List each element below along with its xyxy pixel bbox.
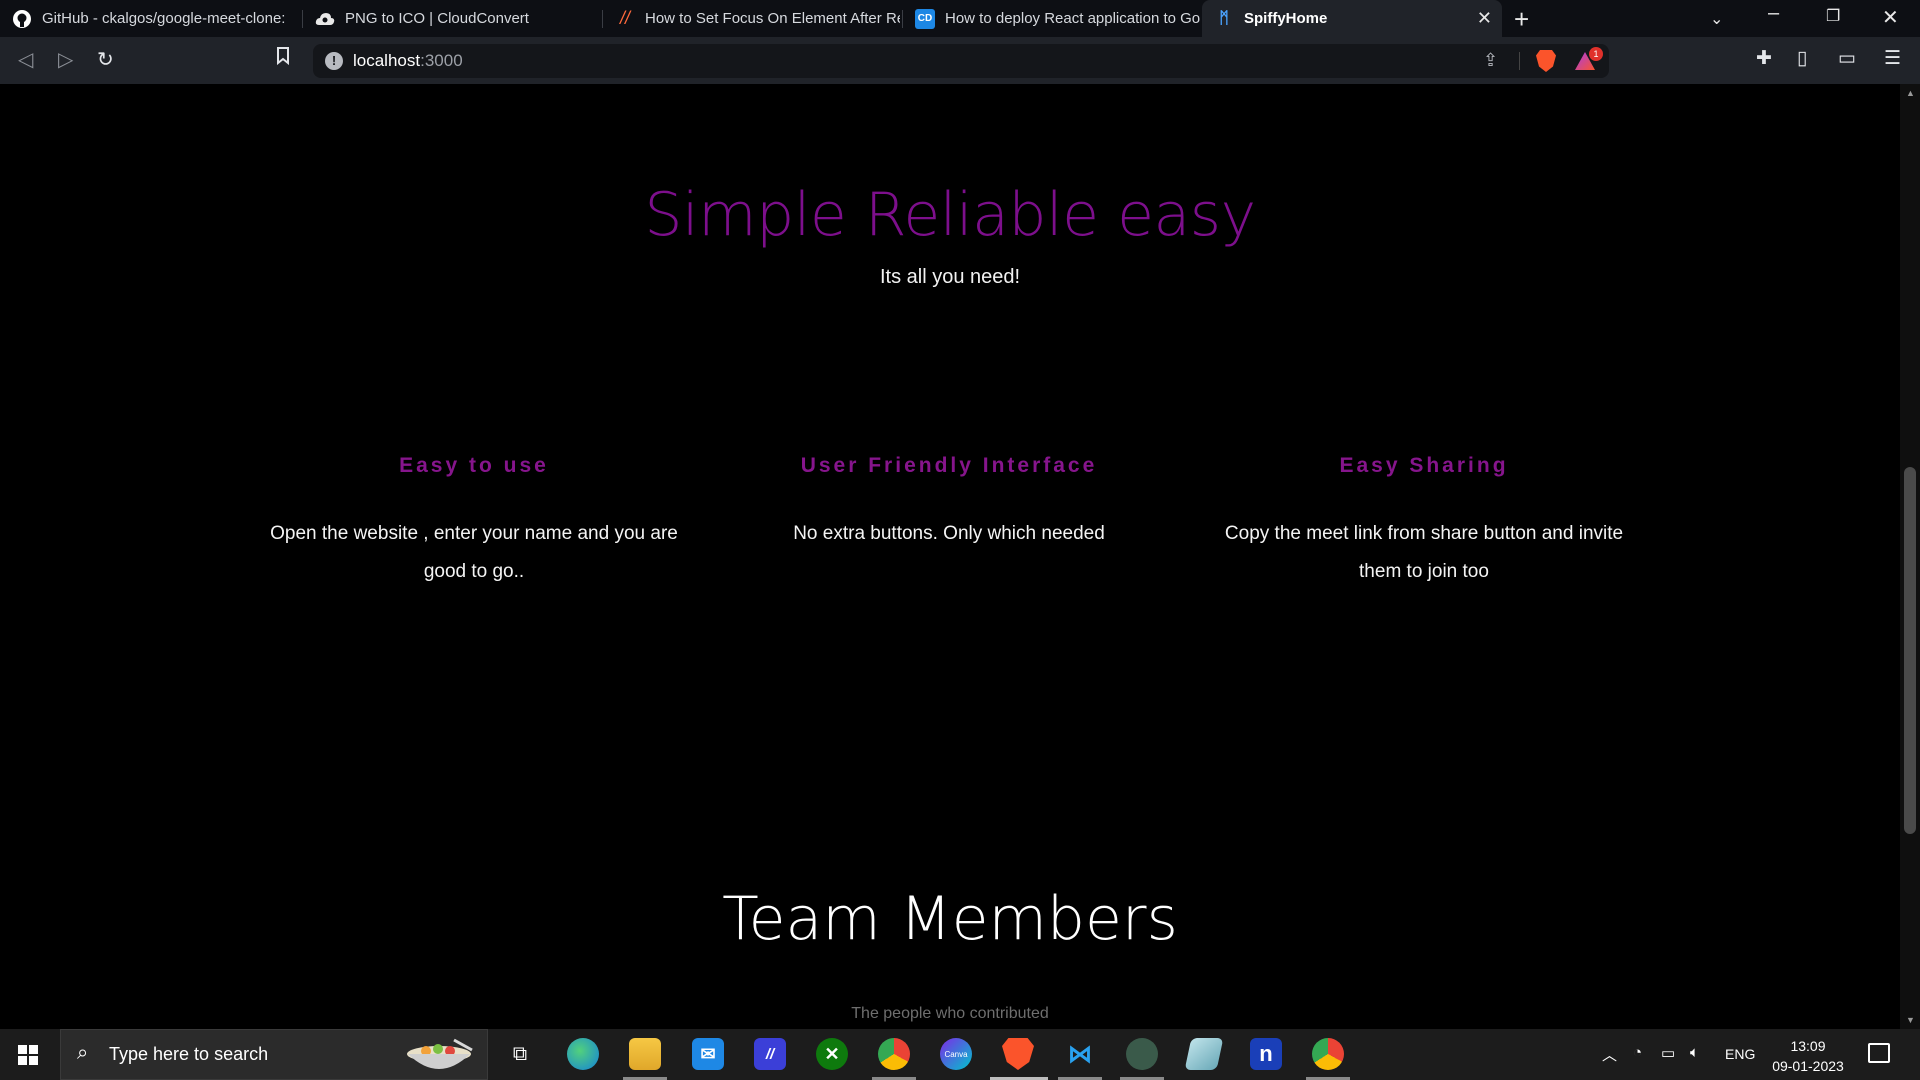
tab-spiffyhome[interactable]: ᛗ SpiffyHome ✕ [1202, 0, 1502, 37]
file-explorer-icon[interactable] [629, 1038, 661, 1070]
tab-deploy-react[interactable]: CD How to deploy React application to Go [903, 0, 1200, 37]
tab-title: How to deploy React application to Go [945, 10, 1200, 27]
reload-icon[interactable]: ↻ [97, 47, 114, 72]
feature-user-friendly: User Friendly Interface No extra buttons… [739, 454, 1159, 553]
search-placeholder: Type here to search [109, 1044, 269, 1064]
team-subtitle: The people who contributed [851, 1005, 1049, 1022]
volume-icon[interactable]: 🔈︎ [1690, 1044, 1699, 1061]
dev-tool-icon[interactable]: // [754, 1038, 786, 1070]
feature-text: Copy the meet link from share button and… [1224, 523, 1624, 582]
tab-focus-article[interactable]: // How to Set Focus On Element After Re [603, 0, 900, 37]
page-content: Simple Reliable easy Its all you need! E… [0, 84, 1900, 1029]
browser-toolbar: ◁ ▷ ↻ ! localhost:3000 ⇪ 1 ✚ ▯ ▭ ☰ [0, 37, 1920, 84]
mail-icon[interactable]: ✉ [692, 1038, 724, 1070]
url-host: localhost [353, 51, 421, 70]
hero-subtitle: Its all you need! [879, 266, 1021, 288]
taskbar-search[interactable]: ⌕ Type here to search [60, 1029, 488, 1080]
search-icon: ⌕ [77, 1042, 89, 1064]
clock-date: 09-01-2023 [1772, 1058, 1844, 1074]
notepad-icon[interactable] [1184, 1038, 1224, 1070]
cloudconvert-icon [315, 9, 335, 29]
tab-search-chevron-icon[interactable]: ⌄ [1710, 9, 1723, 29]
brave-icon[interactable] [1002, 1038, 1034, 1070]
new-tab-icon[interactable]: + [1514, 4, 1529, 35]
team-title: Team Members [722, 884, 1178, 954]
cd-icon: CD [915, 8, 935, 29]
minimize-icon[interactable]: – [1768, 2, 1779, 25]
tab-title: GitHub - ckalgos/google-meet-clone: [42, 10, 286, 27]
back-icon[interactable]: ◁ [18, 47, 33, 72]
share-icon[interactable]: ⇪ [1483, 50, 1498, 71]
page-scrollbar[interactable]: ▲ ▼ [1900, 84, 1920, 1029]
xbox-icon[interactable]: ✕ [816, 1038, 848, 1070]
notification-center-icon[interactable] [1868, 1043, 1890, 1063]
notion-icon[interactable]: n [1250, 1038, 1282, 1070]
close-window-icon[interactable]: ✕ [1882, 5, 1899, 30]
site-info-icon[interactable]: ! [325, 52, 343, 70]
show-hidden-icons-icon[interactable]: ︿ [1602, 1044, 1617, 1065]
feature-text: No extra buttons. Only which needed [793, 523, 1105, 544]
whatsapp-icon[interactable] [1126, 1038, 1158, 1070]
chrome-icon[interactable] [878, 1038, 910, 1070]
language-indicator[interactable]: ENG [1725, 1046, 1755, 1062]
clock[interactable]: 13:09 09-01-2023 [1768, 1036, 1848, 1076]
extensions-icon[interactable]: ✚ [1756, 47, 1772, 70]
scroll-down-icon[interactable]: ▼ [1906, 1015, 1915, 1025]
bookmark-icon[interactable] [276, 47, 290, 71]
tab-title: PNG to ICO | CloudConvert [345, 10, 529, 27]
scroll-up-icon[interactable]: ▲ [1906, 88, 1915, 98]
feature-easy-sharing: Easy Sharing Copy the meet link from sha… [1214, 454, 1634, 591]
edge-icon[interactable] [567, 1038, 599, 1070]
tab-strip: GitHub - ckalgos/google-meet-clone: PNG … [0, 0, 1920, 37]
battery-icon[interactable]: ▭ [1661, 1044, 1675, 1062]
tab-cloudconvert[interactable]: PNG to ICO | CloudConvert [303, 0, 600, 37]
feature-text: Open the website , enter your name and y… [270, 523, 678, 582]
tab-github[interactable]: GitHub - ckalgos/google-meet-clone: [0, 0, 300, 37]
task-view-icon[interactable]: ⧉ [504, 1038, 536, 1070]
wallet-icon[interactable]: ▭ [1838, 47, 1856, 70]
address-bar[interactable]: ! localhost:3000 ⇪ 1 [313, 44, 1609, 78]
hero-title: Simple Reliable easy [644, 180, 1256, 250]
canva-icon[interactable]: Canva [940, 1038, 972, 1070]
spiffy-icon: ᛗ [1219, 9, 1229, 27]
sidebar-icon[interactable]: ▯ [1797, 47, 1807, 70]
notification-badge: 1 [1589, 47, 1603, 61]
brave-shields-icon[interactable] [1536, 50, 1556, 72]
chrome-profile-icon[interactable] [1312, 1038, 1344, 1070]
tab-title: How to Set Focus On Element After Re [645, 10, 900, 27]
restore-icon[interactable]: ❐ [1826, 6, 1840, 26]
clock-time: 13:09 [1790, 1038, 1826, 1054]
feature-title: Easy Sharing [1339, 454, 1509, 477]
feature-title: Easy to use [399, 454, 549, 477]
feature-easy-to-use: Easy to use Open the website , enter you… [264, 454, 684, 591]
windows-start-icon[interactable] [18, 1045, 38, 1065]
vscode-icon[interactable]: ⋈ [1064, 1038, 1096, 1070]
github-icon [12, 9, 32, 29]
feature-title: User Friendly Interface [800, 454, 1098, 477]
search-highlight-icon [407, 1038, 473, 1069]
menu-icon[interactable]: ☰ [1884, 47, 1901, 70]
hashnode-icon: // [619, 8, 630, 28]
tab-title: SpiffyHome [1244, 10, 1328, 27]
url-text[interactable]: localhost:3000 [353, 51, 463, 71]
network-icon[interactable]: ◔ [1633, 1044, 1642, 1061]
screen: GitHub - ckalgos/google-meet-clone: PNG … [0, 0, 1920, 1080]
url-port: :3000 [420, 51, 463, 70]
divider [1519, 52, 1520, 70]
taskbar: ⌕ Type here to search ⧉ ✉ // ✕ Canva ⋈ n [0, 1029, 1920, 1080]
scrollbar-thumb[interactable] [1904, 467, 1916, 834]
close-tab-icon[interactable]: ✕ [1477, 8, 1492, 29]
forward-icon[interactable]: ▷ [58, 47, 73, 72]
